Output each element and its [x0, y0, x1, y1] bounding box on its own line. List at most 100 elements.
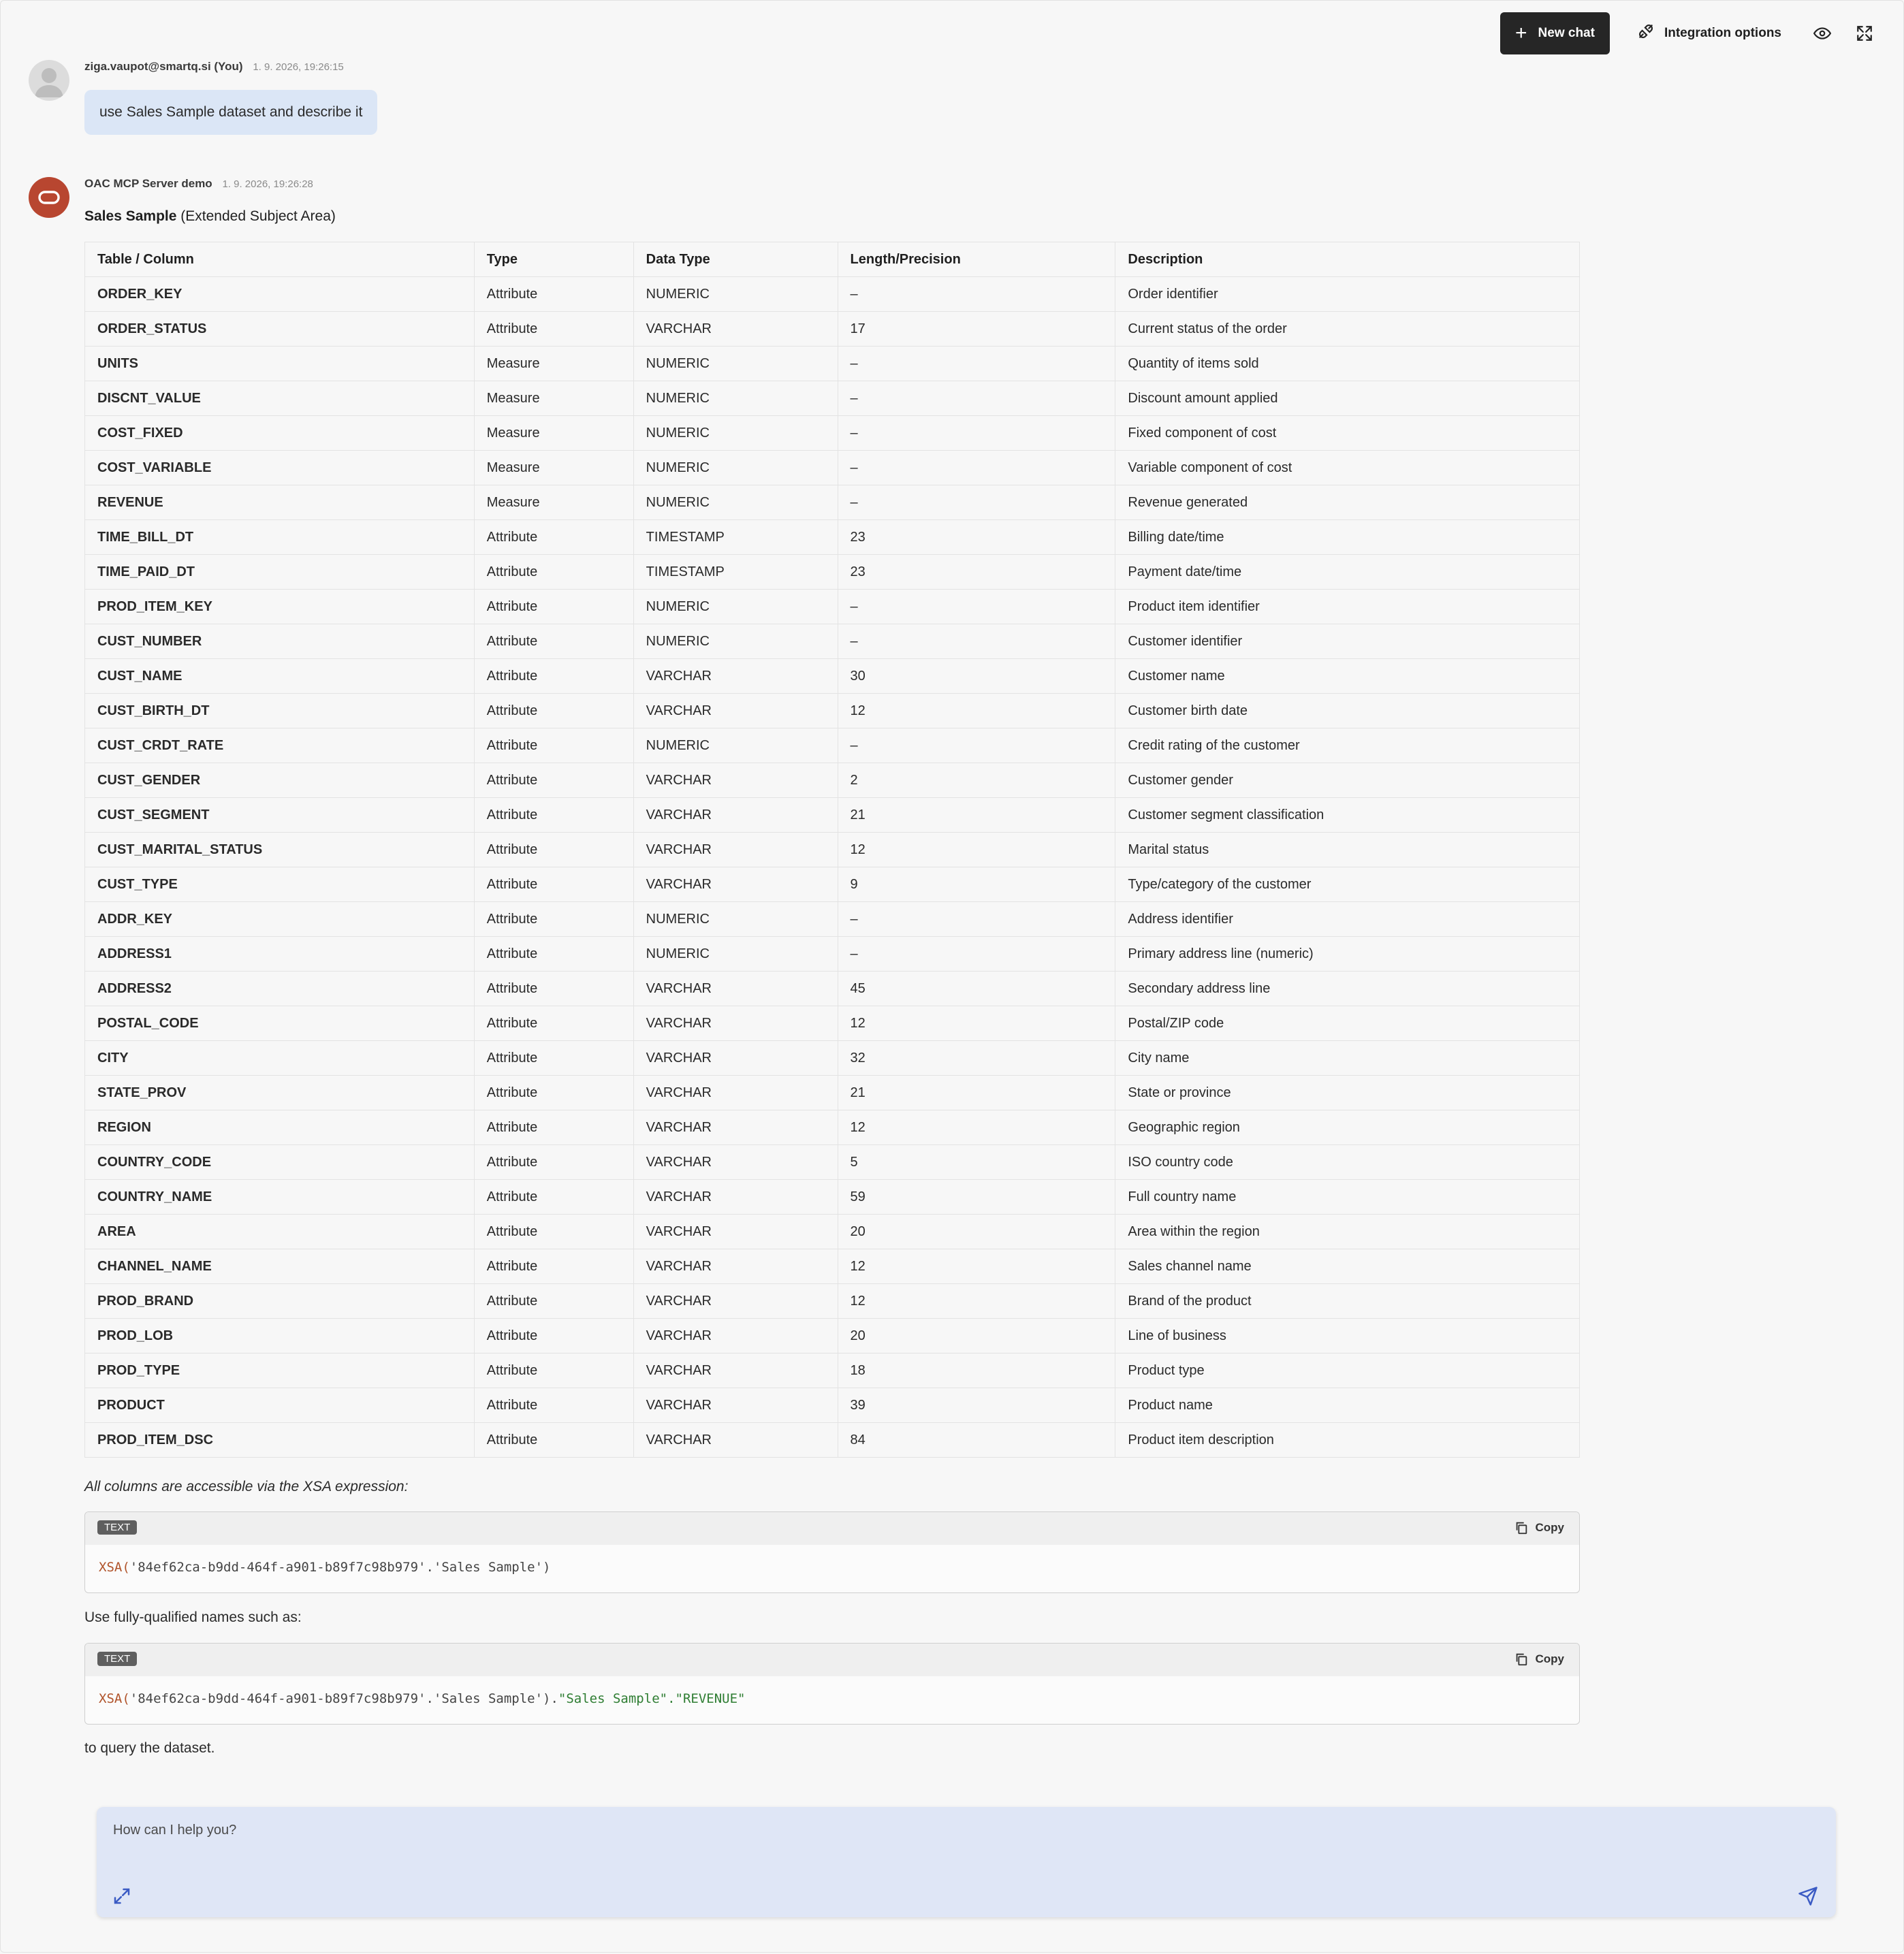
column-name-cell: PROD_ITEM_KEY — [84, 589, 475, 624]
length-cell: 23 — [837, 554, 1116, 590]
type-cell: Measure — [473, 346, 634, 381]
type-cell: Attribute — [473, 763, 634, 798]
copy-icon — [1516, 1653, 1527, 1666]
description-cell: City name — [1115, 1040, 1580, 1076]
column-name-cell: CUST_NAME — [84, 658, 475, 694]
length-cell: 12 — [837, 832, 1116, 867]
expand-icon[interactable] — [112, 1886, 135, 1909]
table-row: ORDER_KEY Attribute NUMERIC – Order identifi… — [84, 276, 1580, 312]
description-cell: Payment date/time — [1115, 554, 1580, 590]
table-row: COST_VARIABLE Measure NUMERIC – Variable com… — [84, 450, 1580, 485]
table-row: CUST_NUMBER Attribute NUMERIC – Customer ide… — [84, 624, 1580, 659]
send-icon[interactable] — [1798, 1886, 1821, 1909]
type-cell: Attribute — [473, 519, 634, 555]
type-cell: Attribute — [473, 1214, 634, 1249]
description-cell: Fixed component of cost — [1115, 415, 1580, 451]
length-cell: 84 — [837, 1422, 1116, 1458]
description-cell: Secondary address line — [1115, 971, 1580, 1006]
length-cell: 21 — [837, 797, 1116, 833]
length-cell: – — [837, 381, 1116, 416]
description-cell: Area within the region — [1115, 1214, 1580, 1249]
copy-button[interactable]: Copy — [1514, 1652, 1564, 1667]
table-body: ORDER_KEY Attribute NUMERIC – Order identifi… — [84, 276, 1580, 1458]
new-chat-label: New chat — [1538, 26, 1595, 40]
length-cell: 18 — [837, 1353, 1116, 1388]
table-row: PROD_ITEM_KEY Attribute NUMERIC – Product it… — [84, 589, 1580, 624]
length-cell: – — [837, 936, 1116, 972]
plug-icon — [1637, 22, 1655, 44]
table-row: CITY Attribute VARCHAR 32 City name — [84, 1040, 1580, 1076]
table-row: CHANNEL_NAME Attribute VARCHAR 12 Sales chan… — [84, 1249, 1580, 1284]
type-cell: Attribute — [473, 1075, 634, 1110]
data-type-cell: NUMERIC — [633, 936, 838, 972]
column-name-cell: PROD_ITEM_DSC — [84, 1422, 475, 1458]
length-cell: 32 — [837, 1040, 1116, 1076]
data-type-cell: VARCHAR — [633, 1075, 838, 1110]
table-row: UNITS Measure NUMERIC – Quantity of items so… — [84, 346, 1580, 381]
type-cell: Attribute — [473, 1283, 634, 1319]
type-cell: Attribute — [473, 1353, 634, 1388]
type-cell: Attribute — [473, 1144, 634, 1180]
table-row: PROD_ITEM_DSC Attribute VARCHAR 84 Product i… — [84, 1422, 1580, 1458]
data-type-cell: NUMERIC — [633, 901, 838, 937]
copy-button[interactable]: Copy — [1514, 1520, 1565, 1535]
description-cell: Primary address line (numeric) — [1115, 936, 1580, 972]
data-type-cell: NUMERIC — [633, 381, 838, 416]
length-cell: 39 — [837, 1388, 1116, 1423]
bot-avatar — [29, 177, 69, 218]
length-cell: 12 — [837, 1110, 1116, 1145]
top-toolbar: + New chat Integration options — [1500, 12, 1878, 54]
data-type-cell: NUMERIC — [633, 728, 838, 763]
column-name-cell: ADDRESS1 — [84, 936, 475, 972]
column-name-cell: CUST_BIRTH_DT — [84, 693, 475, 728]
length-cell: – — [837, 276, 1116, 312]
description-cell: Address identifier — [1115, 901, 1580, 937]
description-cell: State or province — [1115, 1075, 1580, 1110]
table-row: POSTAL_CODE Attribute VARCHAR 12 Postal/ZIP … — [84, 1006, 1580, 1041]
table-row: CUST_SEGMENT Attribute VARCHAR 21 Customer s… — [84, 797, 1580, 833]
description-cell: Product item description — [1115, 1422, 1580, 1458]
schema-table: Table / Column Type Data Type Length/Pre… — [84, 242, 1580, 1458]
table-row: CUST_NAME Attribute VARCHAR 30 Customer name — [84, 658, 1580, 694]
fullscreen-icon[interactable] — [1851, 20, 1878, 47]
column-header: Length/Precision — [837, 242, 1116, 277]
user-timestamp: 1. 9. 2026, 19:26:15 — [253, 61, 344, 73]
column-name-cell: TIME_BILL_DT — [84, 519, 475, 555]
code-block: TEXT Copy XSA('84ef62ca-b9dd-464f-a901-b… — [84, 1511, 1580, 1593]
length-cell: 45 — [837, 971, 1116, 1006]
type-cell: Measure — [473, 485, 634, 520]
copy-label: Copy — [1535, 1521, 1565, 1534]
description-cell: ISO country code — [1115, 1144, 1580, 1180]
data-type-cell: VARCHAR — [633, 971, 838, 1006]
integration-options-button[interactable]: Integration options — [1625, 12, 1794, 54]
description-cell: Full country name — [1115, 1179, 1580, 1215]
table-row: COUNTRY_NAME Attribute VARCHAR 59 Full count… — [84, 1179, 1580, 1215]
length-cell: – — [837, 450, 1116, 485]
data-type-cell: VARCHAR — [633, 763, 838, 798]
type-cell: Attribute — [473, 1040, 634, 1076]
description-cell: Sales channel name — [1115, 1249, 1580, 1284]
data-type-cell: VARCHAR — [633, 1144, 838, 1180]
length-cell: 12 — [837, 1249, 1116, 1284]
data-type-cell: VARCHAR — [633, 1249, 838, 1284]
outro-text: to query the dataset. — [84, 1740, 215, 1756]
type-cell: Attribute — [473, 936, 634, 972]
data-type-cell: NUMERIC — [633, 276, 838, 312]
type-cell: Measure — [473, 415, 634, 451]
column-name-cell: PRODUCT — [84, 1388, 475, 1423]
data-type-cell: VARCHAR — [633, 1179, 838, 1215]
column-name-cell: UNITS — [84, 346, 475, 381]
column-header: Description — [1115, 242, 1580, 277]
message-input[interactable] — [112, 1822, 1749, 1839]
user-message-bubble: use Sales Sample dataset and describe it — [84, 90, 378, 135]
length-cell: – — [837, 485, 1116, 520]
description-cell: Product name — [1115, 1388, 1580, 1423]
column-header: Type — [473, 242, 634, 277]
type-cell: Attribute — [473, 624, 634, 659]
code-language-badge: TEXT — [97, 1520, 138, 1535]
dataset-suffix: (Extended Subject Area) — [180, 208, 336, 224]
new-chat-button[interactable]: + New chat — [1500, 12, 1610, 54]
data-type-cell: NUMERIC — [633, 624, 838, 659]
column-name-cell: ORDER_KEY — [84, 276, 475, 312]
eye-icon[interactable] — [1809, 20, 1836, 47]
